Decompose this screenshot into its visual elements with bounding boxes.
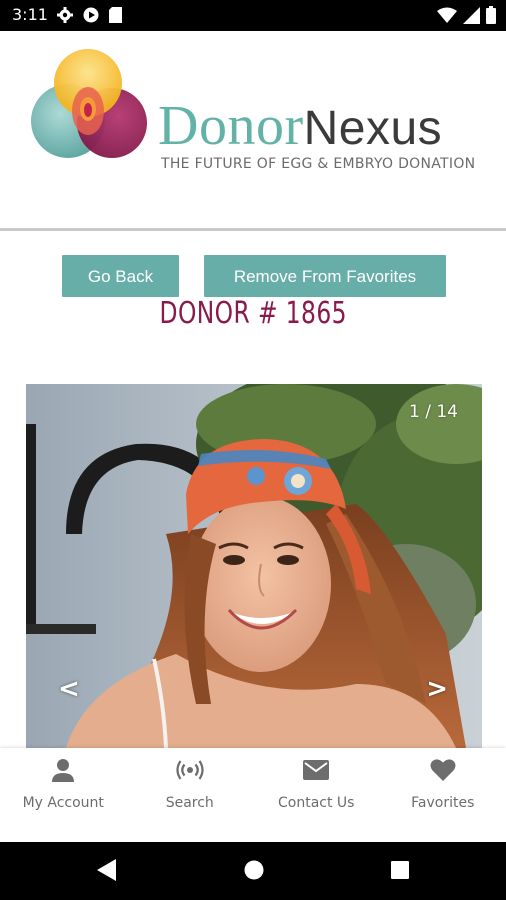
donor-photo-gallery[interactable]: 1 / 14 < > <box>26 384 482 748</box>
nav-label-favorites: Favorites <box>411 795 475 811</box>
recents-square-icon[interactable] <box>389 858 411 882</box>
previous-photo-button[interactable]: < <box>58 674 80 704</box>
play-icon <box>83 7 99 23</box>
battery-icon <box>486 6 496 24</box>
status-time: 3:11 <box>12 5 48 24</box>
nav-my-account[interactable]: My Account <box>0 748 127 842</box>
donor-photo <box>26 384 482 748</box>
brand-wordmark: DonorNexus <box>158 98 442 157</box>
photo-counter: 1 / 14 <box>409 402 458 422</box>
donornexus-logo-mark <box>31 49 147 158</box>
nav-label-search: Search <box>165 795 214 811</box>
settings-gear-icon <box>57 7 73 23</box>
status-left-icons <box>57 7 122 23</box>
status-bar: 3:11 <box>0 0 506 31</box>
mail-icon <box>303 760 330 780</box>
app-header: DonorNexus THE FUTURE OF EGG & EMBRYO DO… <box>0 31 506 228</box>
donor-title: DONOR # 1865 <box>159 296 347 331</box>
back-triangle-icon[interactable] <box>96 858 118 882</box>
brand-nexus: Nexus <box>303 102 443 155</box>
sd-card-icon <box>109 7 122 23</box>
brand-donor: Donor <box>158 95 304 157</box>
remove-from-favorites-button[interactable]: Remove From Favorites <box>204 255 446 297</box>
go-back-button[interactable]: Go Back <box>62 255 179 297</box>
cellular-icon <box>463 6 480 24</box>
nav-favorites[interactable]: Favorites <box>380 748 506 842</box>
person-icon <box>52 759 75 782</box>
brand-tagline: THE FUTURE OF EGG & EMBRYO DONATION <box>161 156 476 172</box>
nav-label-my-account: My Account <box>22 795 104 811</box>
heart-icon <box>430 759 456 781</box>
wifi-icon <box>437 7 457 23</box>
broadcast-icon <box>176 760 204 780</box>
nav-search[interactable]: Search <box>127 748 254 842</box>
next-photo-button[interactable]: > <box>426 674 448 704</box>
home-circle-icon[interactable] <box>243 858 265 882</box>
status-right-icons <box>437 6 496 24</box>
bottom-navigation: My Account Search Contact Us Favorites <box>0 748 506 842</box>
system-navigation-bar <box>0 842 506 900</box>
header-divider <box>0 228 506 231</box>
nav-contact-us[interactable]: Contact Us <box>253 748 380 842</box>
nav-label-contact-us: Contact Us <box>278 795 355 811</box>
